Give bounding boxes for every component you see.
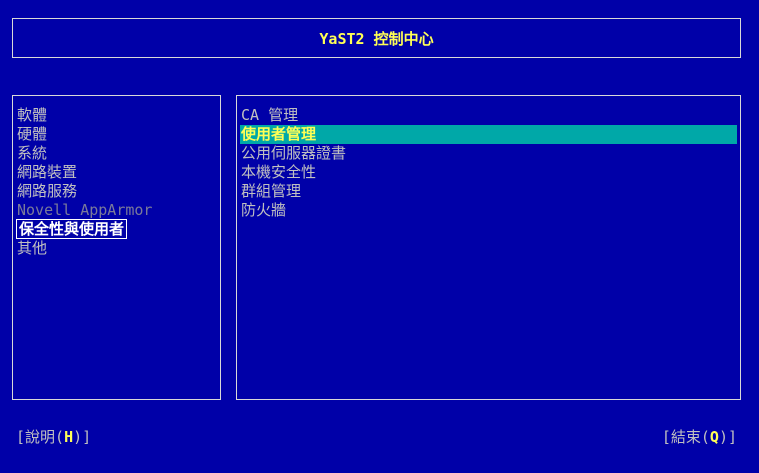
module-item-user-management[interactable]: 使用者管理: [240, 125, 737, 144]
category-item-network-services[interactable]: 網路服務: [16, 182, 217, 201]
category-item-software[interactable]: 軟體: [16, 106, 217, 125]
help-button[interactable]: [說明(H)]: [16, 428, 91, 447]
category-item-hardware[interactable]: 硬體: [16, 125, 217, 144]
quit-button[interactable]: [結束(Q)]: [662, 428, 737, 447]
module-item-ca-management[interactable]: CA 管理: [240, 106, 737, 125]
module-list-panel[interactable]: CA 管理 使用者管理 公用伺服器證書 本機安全性 群組管理 防火牆: [236, 95, 741, 400]
category-item-misc[interactable]: 其他: [16, 239, 217, 258]
help-hotkey: H: [64, 428, 74, 446]
module-item-common-server-certificate[interactable]: 公用伺服器證書: [240, 144, 737, 163]
title-bar: YaST2 控制中心: [12, 18, 741, 58]
window-title: YaST2 控制中心: [319, 29, 434, 48]
category-item-security-and-users[interactable]: 保全性與使用者: [16, 219, 217, 239]
quit-hotkey: Q: [709, 428, 719, 446]
category-item-novell-apparmor[interactable]: Novell AppArmor: [16, 201, 217, 220]
module-item-group-management[interactable]: 群組管理: [240, 182, 737, 201]
module-list[interactable]: CA 管理 使用者管理 公用伺服器證書 本機安全性 群組管理 防火牆: [240, 106, 737, 220]
category-list[interactable]: 軟體 硬體 系統 網路裝置 網路服務 Novell AppArmor 保全性與使…: [16, 106, 217, 258]
module-item-local-security[interactable]: 本機安全性: [240, 163, 737, 182]
module-item-firewall[interactable]: 防火牆: [240, 201, 737, 220]
category-list-panel[interactable]: 軟體 硬體 系統 網路裝置 網路服務 Novell AppArmor 保全性與使…: [12, 95, 221, 400]
category-item-network-devices[interactable]: 網路裝置: [16, 163, 217, 182]
category-item-system[interactable]: 系統: [16, 144, 217, 163]
